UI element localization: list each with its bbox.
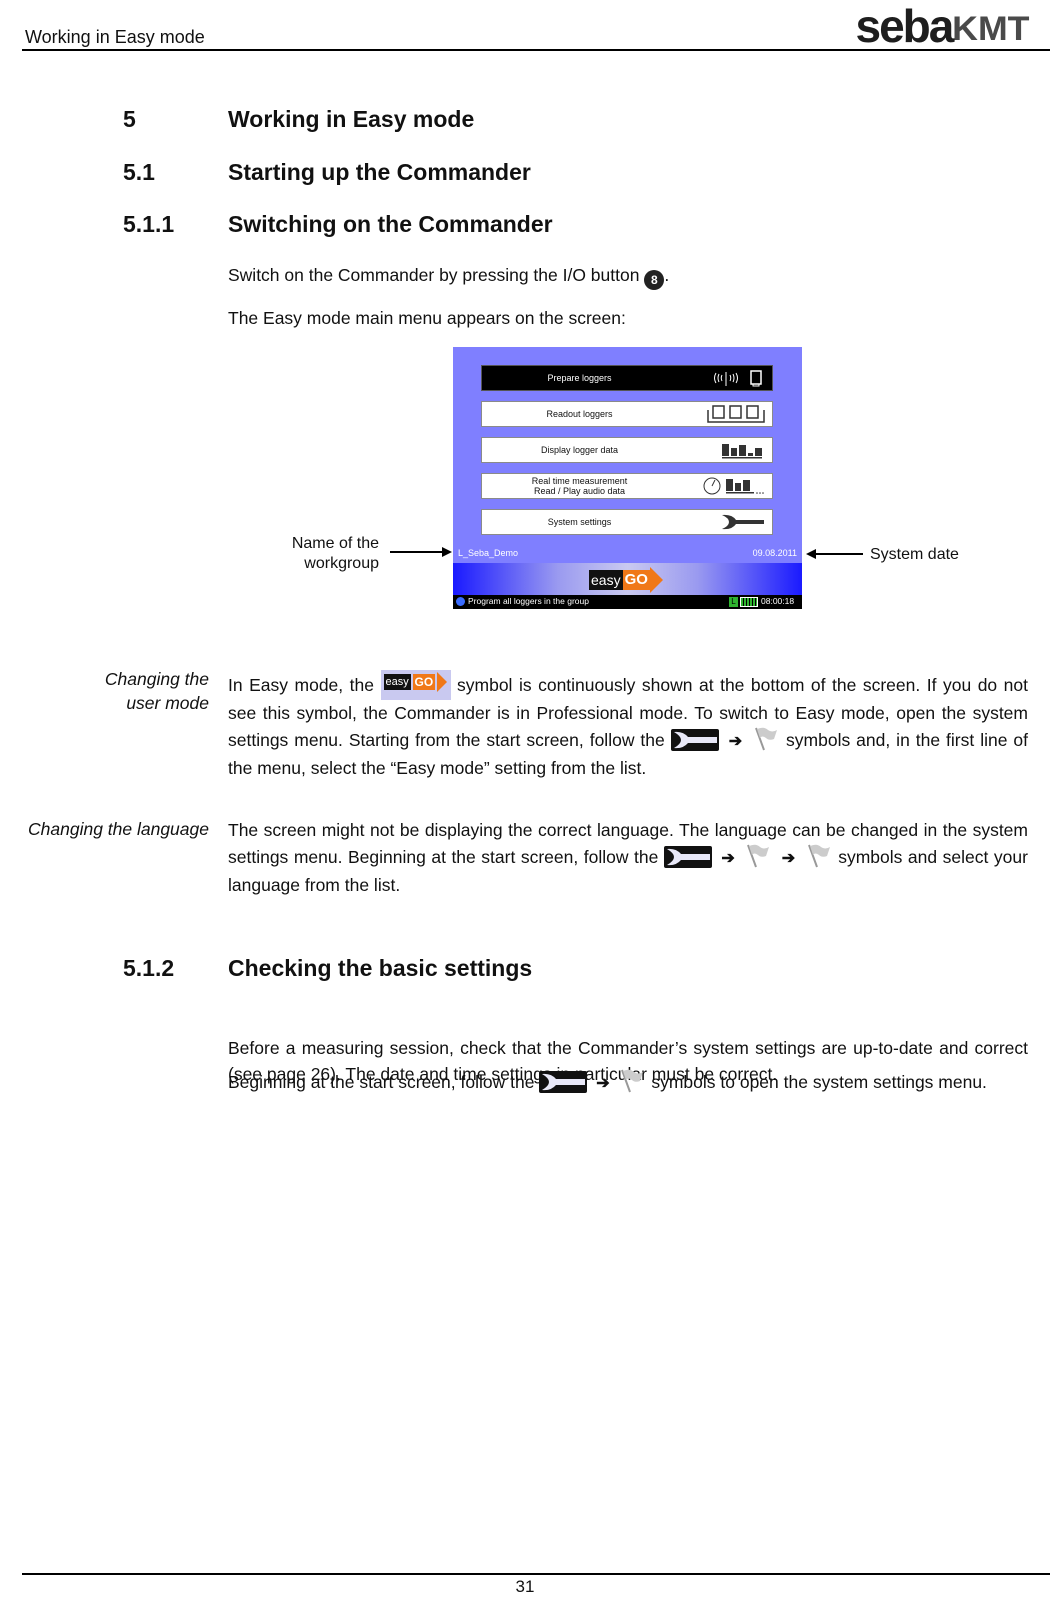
callout-arrow-date xyxy=(815,553,863,555)
easygo-symbol-icon: easy GO xyxy=(380,670,451,700)
info-icon xyxy=(456,597,465,606)
bar-chart-icon xyxy=(720,441,766,459)
sebakmt-logo: seba KMT xyxy=(855,0,1030,52)
footer-rule xyxy=(22,1573,1050,1575)
arrow-right-icon: ➔ xyxy=(596,1075,610,1092)
flag-symbol-icon xyxy=(744,843,772,869)
mode-band: easy GO xyxy=(453,563,802,595)
menu-real-time-measurement[interactable]: Real time measurement Read / Play audio … xyxy=(481,473,773,499)
multi-logger-icon xyxy=(706,405,766,423)
running-header-title: Working in Easy mode xyxy=(25,27,205,47)
wrench-symbol-icon xyxy=(539,1071,588,1093)
switch-on-paragraph: Switch on the Commander by pressing the … xyxy=(228,262,1028,290)
arrow-right-icon: ➔ xyxy=(728,733,743,750)
side-note-language: Changing the language xyxy=(28,819,209,839)
wrench-icon xyxy=(720,513,766,531)
callout-arrow-workgroup xyxy=(390,551,444,553)
callout-system-date: System date xyxy=(870,546,959,563)
menu-intro-paragraph: The Easy mode main menu appears on the s… xyxy=(228,308,626,328)
basic-settings-paragraph-2: Beginning at the start screen, follow th… xyxy=(228,1068,1028,1097)
menu-prepare-loggers[interactable]: Prepare loggers xyxy=(481,365,773,391)
wrench-symbol-icon xyxy=(670,729,719,751)
section-5-number: 5 xyxy=(123,106,136,132)
header-rule xyxy=(22,49,1050,51)
wrench-symbol-icon xyxy=(663,846,712,868)
easygo-logo: easy GO xyxy=(589,567,663,593)
io-button-badge: 8 xyxy=(644,270,665,290)
battery-l-indicator: L xyxy=(729,597,738,607)
page-number: 31 xyxy=(515,1577,535,1596)
language-paragraph: The screen might not be displaying the c… xyxy=(228,820,1028,895)
workgroup-name: L_Seba_Demo xyxy=(458,548,519,558)
section-5-1-2-title: Checking the basic settings xyxy=(228,955,533,981)
section-5-1-2-number: 5.1.2 xyxy=(123,955,175,981)
device-screen: Prepare loggers Readout loggers Display … xyxy=(453,347,802,609)
status-bar: Program all loggers in the group L 08:00… xyxy=(453,595,802,609)
radio-logger-icon xyxy=(712,369,766,387)
menu-display-logger-data[interactable]: Display logger data xyxy=(481,437,773,463)
status-text: Program all loggers in the group xyxy=(468,596,589,606)
section-5-title: Working in Easy mode xyxy=(228,106,475,132)
section-5-1-1-title: Switching on the Commander xyxy=(228,211,553,237)
logo-seba: seba xyxy=(855,0,954,52)
section-5-1-1-number: 5.1.1 xyxy=(123,211,175,237)
logo-kmt: KMT xyxy=(952,10,1030,48)
arrow-right-icon: ➔ xyxy=(721,850,735,867)
menu-readout-loggers[interactable]: Readout loggers xyxy=(481,401,773,427)
callout-workgroup: Name of the workgroup xyxy=(291,535,379,572)
flag-symbol-icon xyxy=(618,1068,646,1094)
arrowhead-right xyxy=(442,547,452,557)
arrow-right-icon: ➔ xyxy=(781,850,796,867)
flag-symbol-icon xyxy=(805,843,833,869)
battery-icon xyxy=(740,597,758,607)
section-5-1-number: 5.1 xyxy=(123,159,155,185)
flag-symbol-icon xyxy=(752,726,780,752)
clock-chart-icon xyxy=(702,477,766,495)
menu-system-settings[interactable]: System settings xyxy=(481,509,773,535)
section-5-1-title: Starting up the Commander xyxy=(228,159,531,185)
clock-time: 08:00:18 xyxy=(761,596,795,606)
user-mode-paragraph: In Easy mode, the easy GO symbol is cont… xyxy=(228,670,1028,781)
system-date: 09.08.2011 xyxy=(752,548,797,558)
side-note-user-mode: Changing the user mode xyxy=(104,669,209,713)
